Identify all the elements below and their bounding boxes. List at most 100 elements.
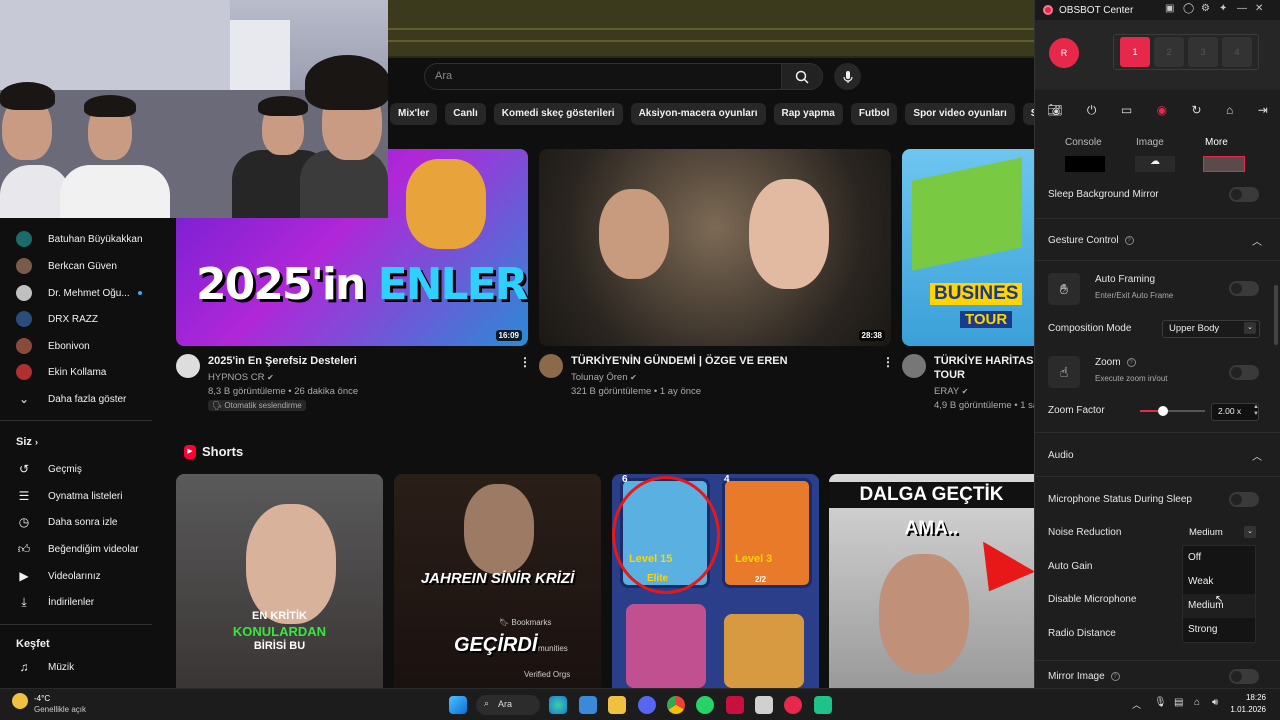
whatsapp-icon[interactable] bbox=[696, 696, 714, 714]
chip-recent[interactable]: Son yüklenenler bbox=[1022, 103, 1034, 125]
short-card[interactable]: DALGA GEÇTİK AMA.. bbox=[829, 474, 1034, 688]
preset-slot-4[interactable]: 4 bbox=[1222, 37, 1252, 67]
sidebar-item-downloads[interactable]: ⤓ İndirilenler bbox=[16, 590, 94, 614]
chip-comedy[interactable]: Komedi skeç gösterileri bbox=[493, 103, 623, 125]
search-input[interactable]: Ara bbox=[424, 63, 782, 90]
tab-more[interactable]: More bbox=[1205, 137, 1228, 148]
video-thumbnail[interactable]: BUSINES TOUR bbox=[902, 149, 1034, 346]
sidebar-item-watch-later[interactable]: ◷ Daha sonra izle bbox=[16, 510, 118, 534]
sidebar-sub-0[interactable]: Batuhan Büyükakkan bbox=[16, 227, 143, 251]
short-card[interactable]: Level 15 Elite Level 3 2/2 6 4 3 bbox=[612, 474, 819, 688]
noise-reduction-select[interactable]: Medium ⌄ bbox=[1182, 524, 1260, 542]
clock-date[interactable]: 1.01.2026 bbox=[1220, 705, 1266, 714]
zoom-slider-track[interactable] bbox=[1140, 406, 1205, 416]
voice-search-button[interactable] bbox=[834, 63, 861, 90]
network-icon[interactable]: ⌂ bbox=[1194, 697, 1200, 708]
sleep-bg-mirror-toggle[interactable] bbox=[1229, 187, 1259, 202]
pin-icon[interactable]: ✦ bbox=[1219, 3, 1227, 14]
camera-icon[interactable]: ▭ bbox=[1121, 103, 1132, 117]
volume-icon[interactable]: 🔊︎ bbox=[1212, 697, 1218, 708]
layout-icon[interactable]: ▣ bbox=[1165, 3, 1174, 14]
show-more-button[interactable]: ⌄ Daha fazla göster bbox=[16, 387, 126, 411]
zoom-toggle[interactable] bbox=[1229, 365, 1259, 380]
sidebar-item-your-videos[interactable]: ▶ Videolarınız bbox=[16, 564, 100, 588]
video-thumbnail[interactable]: 28:38 bbox=[539, 149, 891, 346]
settings-icon[interactable]: ⚙ bbox=[1201, 3, 1210, 14]
channel-name[interactable]: Tolunay Ören ✔ bbox=[571, 371, 637, 384]
option-strong[interactable]: Strong bbox=[1183, 618, 1255, 642]
preset-slot-1[interactable]: 1 bbox=[1120, 37, 1150, 67]
tray-chevron-icon[interactable]: ︿ bbox=[1132, 698, 1141, 711]
taskbar-search[interactable]: ⌕ Ara bbox=[476, 695, 540, 715]
clock-time[interactable]: 18:26 bbox=[1230, 693, 1266, 702]
obsbot-taskbar-icon[interactable] bbox=[784, 696, 802, 714]
channel-name[interactable]: ERAY ✔ bbox=[934, 385, 968, 398]
windows-start-icon[interactable] bbox=[449, 696, 467, 714]
video-title[interactable]: 2025'in En Şerefsiz Desteleri bbox=[208, 354, 357, 368]
chevron-up-icon[interactable]: ︿ bbox=[1252, 233, 1262, 248]
edge-icon[interactable] bbox=[549, 696, 567, 714]
sidebar-item-history[interactable]: ↺ Geçmiş bbox=[16, 457, 82, 481]
sidebar-sub-3[interactable]: DRX RAZZ bbox=[16, 307, 98, 331]
info-icon[interactable]: ? bbox=[1110, 671, 1120, 681]
zoom-slider-handle[interactable] bbox=[1157, 406, 1168, 416]
tray-mic-icon[interactable]: 🎙︎ bbox=[1154, 697, 1167, 708]
channel-avatar[interactable] bbox=[902, 354, 926, 378]
sidebar-item-music[interactable]: ♫ Müzik bbox=[16, 655, 75, 679]
auto-framing-toggle[interactable] bbox=[1229, 281, 1259, 296]
more-options-icon[interactable]: ⋮ bbox=[882, 355, 894, 369]
chevron-up-icon[interactable]: ︿ bbox=[1252, 448, 1262, 463]
sidebar-sub-1[interactable]: Berkcan Güven bbox=[16, 254, 117, 278]
app-icon-2[interactable] bbox=[814, 696, 832, 714]
info-icon[interactable]: ? bbox=[1126, 357, 1136, 367]
background-option-blur[interactable]: ☁ bbox=[1135, 156, 1175, 172]
short-card[interactable]: EN KRİTİK KONULARDAN BİRİSİ BU bbox=[176, 474, 383, 688]
mirror-image-toggle[interactable] bbox=[1229, 669, 1259, 684]
chrome-icon[interactable] bbox=[667, 696, 685, 714]
tab-image[interactable]: Image bbox=[1136, 137, 1164, 148]
tray-keyboard-icon[interactable]: ▤ bbox=[1174, 697, 1183, 708]
tab-console[interactable]: Console bbox=[1065, 137, 1102, 148]
sidebar-sub-4[interactable]: Ebonivon bbox=[16, 334, 90, 358]
zoom-value-input[interactable]: 2.00 x bbox=[1211, 403, 1259, 421]
preset-slot-3[interactable]: 3 bbox=[1188, 37, 1218, 67]
background-option[interactable] bbox=[1065, 156, 1105, 172]
chip-live[interactable]: Canlı bbox=[445, 103, 486, 125]
sidebar-item-liked[interactable]: 👍︎ Beğendiğim videolar bbox=[16, 537, 139, 561]
you-heading[interactable]: Siz › bbox=[16, 436, 38, 448]
channel-avatar[interactable] bbox=[176, 354, 200, 378]
store-icon[interactable] bbox=[579, 696, 597, 714]
option-off[interactable]: Off bbox=[1183, 546, 1255, 570]
chip-football[interactable]: Futbol bbox=[850, 103, 898, 125]
video-title[interactable]: TÜRKİYE'NİN GÜNDEMİ | ÖZGE VE EREN bbox=[571, 354, 788, 368]
refresh-icon[interactable]: ↻ bbox=[1192, 103, 1202, 117]
record-icon[interactable]: ◯ bbox=[1183, 3, 1194, 14]
power-icon[interactable]: ⏻ bbox=[1087, 103, 1097, 118]
channel-avatar[interactable] bbox=[539, 354, 563, 378]
preset-slot-2[interactable]: 2 bbox=[1154, 37, 1184, 67]
composition-mode-select[interactable]: Upper Body ⌄ bbox=[1162, 320, 1260, 338]
minimize-icon[interactable]: — bbox=[1237, 3, 1247, 14]
background-option-selected[interactable] bbox=[1203, 156, 1245, 172]
weather-icon[interactable] bbox=[12, 693, 28, 709]
channel-name[interactable]: HYPNOS CR ✔ bbox=[208, 371, 274, 384]
video-title[interactable]: TÜRKİYE HARİTASIN bbox=[934, 354, 1034, 368]
chip-mixes[interactable]: Mix'ler bbox=[390, 103, 438, 125]
sidebar-sub-5[interactable]: Ekin Kollama bbox=[16, 360, 106, 384]
file-explorer-icon[interactable] bbox=[608, 696, 626, 714]
stepper-icon[interactable]: ▲ ▼ bbox=[1253, 404, 1259, 418]
sidebar-item-playlists[interactable]: ☰ Oynatma listeleri bbox=[16, 484, 123, 508]
chip-rap[interactable]: Rap yapma bbox=[773, 103, 843, 125]
discord-icon[interactable] bbox=[638, 696, 656, 714]
device-icon[interactable]: ⌂ bbox=[1226, 103, 1233, 117]
snipping-tool-icon[interactable] bbox=[755, 696, 773, 714]
snapshot-icon[interactable]: 📷︎ bbox=[1047, 103, 1062, 117]
short-card[interactable]: JAHREIN SİNİR KRİZİ 🔖︎ Bookmarks munitie… bbox=[394, 474, 601, 688]
info-icon[interactable]: ? bbox=[1124, 235, 1134, 245]
active-mode-icon[interactable]: ◉ bbox=[1157, 103, 1167, 117]
mic-status-toggle[interactable] bbox=[1229, 492, 1259, 507]
user-avatar[interactable]: R bbox=[1049, 38, 1079, 68]
scrollbar[interactable] bbox=[1274, 285, 1278, 345]
export-icon[interactable]: ⇥ bbox=[1258, 103, 1268, 117]
sidebar-sub-2[interactable]: Dr. Mehmet Oğu... bbox=[16, 281, 142, 305]
